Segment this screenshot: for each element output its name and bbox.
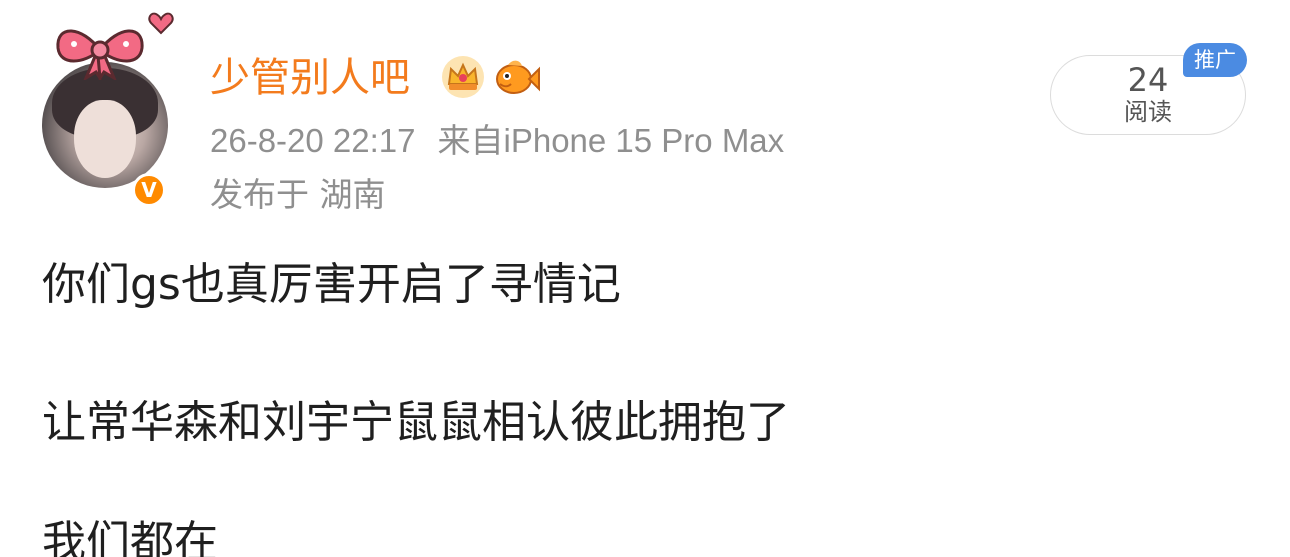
post-meta: 26-8-20 22:17 来自iPhone 15 Pro Max <box>210 118 784 164</box>
user-badges <box>440 54 540 104</box>
post-timestamp: 26-8-20 22:17 <box>210 122 416 159</box>
source-prefix: 来自 <box>437 122 504 159</box>
crown-icon[interactable] <box>440 54 486 100</box>
verified-badge-icon: V <box>132 173 166 207</box>
post-content-line: 让常华森和刘宇宁鼠鼠相认彼此拥抱了 <box>42 397 790 448</box>
source-device[interactable]: iPhone 15 Pro Max <box>504 122 785 159</box>
username[interactable]: 少管别人吧 <box>210 50 410 106</box>
pink-bow-icon <box>56 29 144 80</box>
post-content-line-truncated: 我们都在 <box>42 517 218 557</box>
promote-tag[interactable]: 推广 <box>1183 43 1247 77</box>
avatar[interactable] <box>42 62 168 188</box>
post-location: 发布于 湖南 <box>210 175 386 214</box>
avatar-container[interactable]: V <box>42 12 174 207</box>
heart-icon <box>148 12 174 35</box>
post-content-line: 你们gs也真厉害开启了寻情记 <box>42 259 621 310</box>
weibo-post: V 少管别人吧 26-8-20 22:17 来自iPhone 15 Pro Max… <box>0 0 1290 557</box>
read-label: 阅读 <box>1124 98 1172 126</box>
fish-icon[interactable] <box>494 54 540 100</box>
